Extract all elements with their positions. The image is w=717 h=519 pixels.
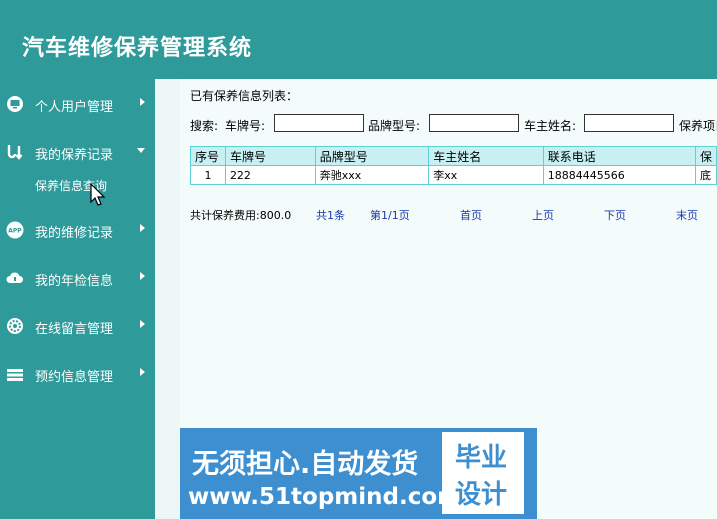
sidebar-item-maintenance-records[interactable]: 我的保养记录 — [0, 137, 155, 167]
table-cell: 1 — [190, 165, 226, 185]
banner-slogan: 无须担心.自动发货 — [192, 449, 419, 480]
sidebar-item-messages[interactable]: 在线留言管理 — [0, 311, 155, 341]
brand-label: 品牌型号: — [368, 119, 421, 133]
first-page-link[interactable]: 首页 — [460, 207, 482, 223]
sidebar-item-annual-inspection[interactable]: 我的年检信息 — [0, 263, 155, 293]
sidebar-item-label: 我的年检信息 — [35, 274, 114, 289]
cloud-icon — [6, 272, 23, 283]
chevron-right-icon — [140, 224, 145, 232]
header-bar: 汽车维修保养管理系统 — [0, 0, 717, 79]
chevron-right-icon — [140, 272, 145, 280]
plate-label: 车牌号: — [225, 119, 266, 133]
tools-icon — [7, 145, 23, 160]
app-title: 汽车维修保养管理系统 — [22, 36, 253, 61]
page-indicator: 第1/1页 — [370, 209, 410, 222]
layers-icon — [7, 369, 23, 381]
column-header: 车主姓名 — [428, 146, 544, 166]
prev-page-link[interactable]: 上页 — [532, 207, 554, 223]
sidebar-item-label: 我的保养记录 — [35, 148, 114, 163]
content-gutter — [155, 79, 180, 519]
table-cell: 奔驰xxx — [314, 165, 430, 185]
last-page-link[interactable]: 末页 — [676, 207, 698, 223]
plate-input[interactable] — [274, 114, 364, 132]
badge-top-text: 毕业 — [455, 443, 508, 473]
table-row[interactable]: 1 222 奔驰xxx 李xx 18884445566 底 — [190, 165, 717, 185]
mouse-cursor-icon — [90, 183, 106, 206]
watermark-banner: 无须担心.自动发货 www.51topmind.com 毕业 设计 — [180, 428, 537, 519]
search-label: 搜索: — [190, 119, 219, 133]
banner-badge: 毕业 设计 — [442, 432, 524, 514]
sidebar-item-label: 个人用户管理 — [35, 100, 114, 115]
svg-text:APP: APP — [8, 228, 22, 235]
table-cell: 李xx — [428, 165, 544, 185]
sidebar-item-appointments[interactable]: 预约信息管理 — [0, 359, 155, 389]
badge-bottom-text: 设计 — [455, 480, 508, 510]
chevron-right-icon — [140, 368, 145, 376]
table-cell: 底 — [694, 165, 717, 185]
sidebar-item-repair-records[interactable]: APP 我的维修记录 — [0, 215, 155, 245]
maintenance-item-label: 保养项目 — [679, 119, 717, 133]
column-header: 联系电话 — [542, 146, 696, 166]
maintenance-table: 序号 车牌号 品牌型号 车主姓名 联系电话 保 1 222 奔驰xxx 李xx … — [190, 146, 717, 185]
table-header-row: 序号 车牌号 品牌型号 车主姓名 联系电话 保 — [190, 146, 717, 166]
app-icon: APP — [6, 221, 24, 239]
record-count: 共1条 — [316, 209, 345, 222]
settings-icon — [7, 318, 23, 334]
sidebar-item-label: 我的维修记录 — [35, 226, 114, 241]
list-title: 已有保养信息列表： — [190, 89, 299, 103]
sidebar-item-label: 在线留言管理 — [35, 322, 114, 337]
sidebar-item-label: 预约信息管理 — [35, 370, 114, 385]
column-header: 保 — [694, 146, 717, 166]
table-cell: 222 — [224, 165, 316, 185]
owner-label: 车主姓名: — [524, 119, 577, 133]
banner-url: www.51topmind.com — [188, 484, 462, 510]
table-cell: 18884445566 — [542, 165, 696, 185]
sidebar-item-user-management[interactable]: 个人用户管理 — [0, 89, 155, 119]
next-page-link[interactable]: 下页 — [604, 207, 626, 223]
total-cost: 共计保养费用:800.0 — [190, 209, 292, 222]
chevron-right-icon — [140, 320, 145, 328]
monitor-icon — [7, 96, 23, 112]
column-header: 品牌型号 — [314, 146, 430, 166]
column-header: 车牌号 — [224, 146, 316, 166]
brand-input[interactable] — [429, 114, 519, 132]
chevron-right-icon — [140, 98, 145, 106]
owner-input[interactable] — [584, 114, 674, 132]
column-header: 序号 — [190, 146, 226, 166]
chevron-down-icon — [137, 148, 145, 153]
